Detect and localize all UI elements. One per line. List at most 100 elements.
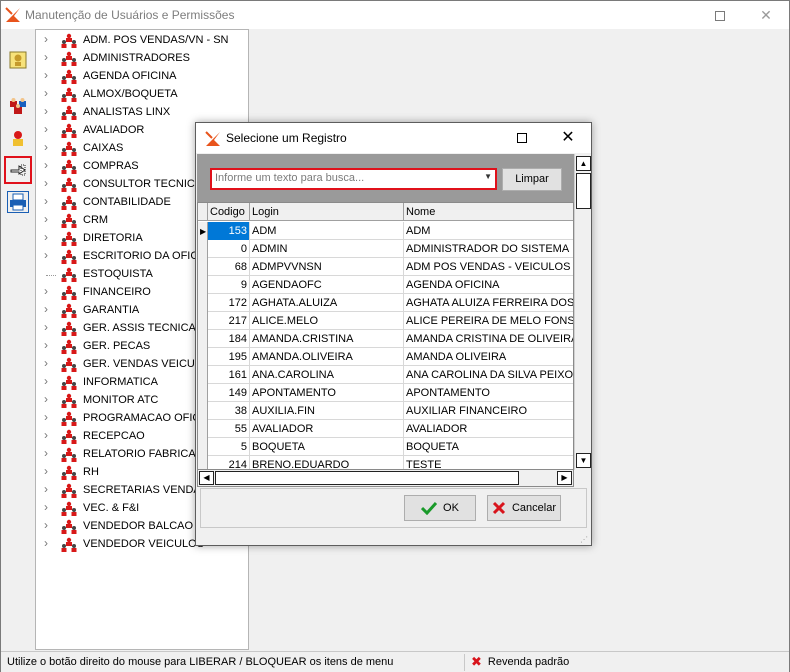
- cell-codigo[interactable]: 68: [208, 258, 250, 276]
- chevron-right-icon[interactable]: ›: [44, 50, 48, 64]
- chevron-right-icon[interactable]: ›: [44, 230, 48, 244]
- chevron-down-icon[interactable]: ▼: [484, 172, 492, 181]
- chevron-right-icon[interactable]: ›: [44, 158, 48, 172]
- chevron-right-icon[interactable]: ›: [44, 140, 48, 154]
- print-button[interactable]: [7, 191, 29, 213]
- cell-codigo[interactable]: 55: [208, 420, 250, 438]
- chevron-right-icon[interactable]: ›: [44, 338, 48, 352]
- chevron-right-icon[interactable]: ›: [44, 446, 48, 460]
- table-row[interactable]: 184 AMANDA.CRISTINA AMANDA CRISTINA DE OLI…: [198, 330, 573, 348]
- cell-codigo[interactable]: 0: [208, 240, 250, 258]
- tree-item[interactable]: › ADMINISTRADORES: [36, 50, 248, 68]
- cell-codigo[interactable]: 184: [208, 330, 250, 348]
- hand-pointer-button[interactable]: [4, 156, 32, 184]
- cell-login[interactable]: ANA.CAROLINA: [250, 366, 404, 384]
- cell-codigo[interactable]: 217: [208, 312, 250, 330]
- vertical-scroll-thumb[interactable]: [576, 173, 591, 209]
- table-row[interactable]: 68ADMPVVNSNADM POS VENDAS - VEICULOS NOV: [198, 258, 573, 276]
- horizontal-scrollbar[interactable]: ◀ ▶: [197, 470, 574, 487]
- tree-item[interactable]: › ADM. POS VENDAS/VN - SN: [36, 32, 248, 50]
- table-row[interactable]: 149 APONTAMENTO APONTAMENTO: [198, 384, 573, 402]
- chevron-right-icon[interactable]: ›: [44, 500, 48, 514]
- cell-login[interactable]: ADMIN: [250, 240, 404, 258]
- scroll-right-arrow-icon[interactable]: ▶: [557, 471, 572, 485]
- column-header-nome[interactable]: Nome: [404, 203, 573, 221]
- chevron-right-icon[interactable]: ›: [44, 374, 48, 388]
- cell-codigo[interactable]: 161: [208, 366, 250, 384]
- cell-login[interactable]: AUXILIA.FIN: [250, 402, 404, 420]
- cell-login[interactable]: AMANDA.CRISTINA: [250, 330, 404, 348]
- chevron-right-icon[interactable]: ›: [44, 320, 48, 334]
- table-row[interactable]: 161 ANA.CAROLINA ANA CAROLINA DA SILVA PEI…: [198, 366, 573, 384]
- cell-login[interactable]: BOQUETA: [250, 438, 404, 456]
- cell-codigo[interactable]: 195: [208, 348, 250, 366]
- table-row[interactable]: 5 BOQUETA BOQUETA: [198, 438, 573, 456]
- search-combobox[interactable]: Informe um texto para busca... ▼: [210, 168, 497, 190]
- cell-login[interactable]: AGENDAOFC: [250, 276, 404, 294]
- scroll-up-arrow-icon[interactable]: ▲: [576, 156, 591, 171]
- chevron-right-icon[interactable]: ›: [44, 302, 48, 316]
- dialog-maximize-button[interactable]: [499, 123, 545, 153]
- chevron-right-icon[interactable]: ›: [44, 32, 48, 46]
- chevron-right-icon[interactable]: ›: [44, 248, 48, 262]
- cell-nome[interactable]: AGHATA ALUIZA FERREIRA DOS SA: [404, 294, 573, 312]
- table-row[interactable]: 38 AUXILIA.FIN AUXILIAR FINANCEIRO: [198, 402, 573, 420]
- cell-codigo[interactable]: 172: [208, 294, 250, 312]
- table-row[interactable]: 55 AVALIADOR AVALIADOR: [198, 420, 573, 438]
- cell-codigo[interactable]: 5: [208, 438, 250, 456]
- table-row[interactable]: 214 BRENO.EDUARDO TESTE: [198, 456, 573, 469]
- table-row[interactable]: 172 AGHATA.ALUIZA AGHATA ALUIZA FERREIRA D…: [198, 294, 573, 312]
- tree-item[interactable]: › ANALISTAS LINX: [36, 104, 248, 122]
- cell-codigo[interactable]: 9: [208, 276, 250, 294]
- chevron-right-icon[interactable]: ›: [44, 482, 48, 496]
- tree-item[interactable]: › AGENDA OFICINA: [36, 68, 248, 86]
- close-button[interactable]: ✕: [743, 1, 789, 29]
- cell-login[interactable]: APONTAMENTO: [250, 384, 404, 402]
- chevron-right-icon[interactable]: ›: [44, 464, 48, 478]
- chevron-right-icon[interactable]: ›: [44, 410, 48, 424]
- cell-codigo[interactable]: 153: [208, 222, 250, 240]
- cell-nome[interactable]: TESTE: [404, 456, 573, 469]
- cell-nome[interactable]: AMANDA OLIVEIRA: [404, 348, 573, 366]
- cell-nome[interactable]: ADMINISTRADOR DO SISTEMA: [404, 240, 573, 258]
- table-row[interactable]: 195 AMANDA.OLIVEIRA AMANDA OLIVEIRA: [198, 348, 573, 366]
- chevron-right-icon[interactable]: ›: [44, 122, 48, 136]
- cell-codigo[interactable]: 149: [208, 384, 250, 402]
- chevron-right-icon[interactable]: ›: [44, 176, 48, 190]
- scroll-down-arrow-icon[interactable]: ▼: [576, 453, 591, 468]
- cell-nome[interactable]: ANA CAROLINA DA SILVA PEIXOTO: [404, 366, 573, 384]
- horizontal-scroll-thumb[interactable]: [215, 471, 519, 485]
- cell-login[interactable]: ADM: [250, 222, 404, 240]
- cell-login[interactable]: AGHATA.ALUIZA: [250, 294, 404, 312]
- tree-item[interactable]: › ALMOX/BOQUETA: [36, 86, 248, 104]
- cell-nome[interactable]: AMANDA CRISTINA DE OLIVEIRA: [404, 330, 573, 348]
- user-lock-button[interactable]: [7, 127, 29, 149]
- cell-nome[interactable]: APONTAMENTO: [404, 384, 573, 402]
- cell-login[interactable]: AMANDA.OLIVEIRA: [250, 348, 404, 366]
- cell-login[interactable]: ALICE.MELO: [250, 312, 404, 330]
- table-row[interactable]: 0 ADMIN ADMINISTRADOR DO SISTEMA: [198, 240, 573, 258]
- chevron-right-icon[interactable]: ›: [44, 104, 48, 118]
- cell-login[interactable]: ADMPVVNSN: [250, 258, 404, 276]
- chevron-right-icon[interactable]: ›: [44, 536, 48, 550]
- resize-grip-icon[interactable]: ⋰: [580, 535, 588, 544]
- group-users-button[interactable]: [7, 95, 29, 117]
- table-row[interactable]: 9 AGENDAOFC AGENDA OFICINA: [198, 276, 573, 294]
- chevron-right-icon[interactable]: ›: [44, 86, 48, 100]
- cell-nome[interactable]: AUXILIAR FINANCEIRO: [404, 402, 573, 420]
- cell-nome[interactable]: ADM POS VENDAS - VEICULOS NOV: [404, 258, 573, 276]
- scroll-left-arrow-icon[interactable]: ◀: [199, 471, 214, 485]
- table-row[interactable]: 217ALICE.MELOALICE PEREIRA DE MELO FONSE…: [198, 312, 573, 330]
- chevron-right-icon[interactable]: ›: [44, 518, 48, 532]
- chevron-right-icon[interactable]: ›: [44, 392, 48, 406]
- cell-login[interactable]: AVALIADOR: [250, 420, 404, 438]
- chevron-right-icon[interactable]: ›: [44, 284, 48, 298]
- cell-nome[interactable]: AGENDA OFICINA: [404, 276, 573, 294]
- column-header-login[interactable]: Login: [250, 203, 404, 221]
- vertical-scrollbar[interactable]: ▲ ▼: [574, 154, 591, 470]
- cell-nome[interactable]: ALICE PEREIRA DE MELO FONSECA: [404, 312, 573, 330]
- cell-codigo[interactable]: 38: [208, 402, 250, 420]
- cell-codigo[interactable]: 214: [208, 456, 250, 469]
- chevron-right-icon[interactable]: ›: [44, 194, 48, 208]
- ok-button[interactable]: OK: [404, 495, 476, 521]
